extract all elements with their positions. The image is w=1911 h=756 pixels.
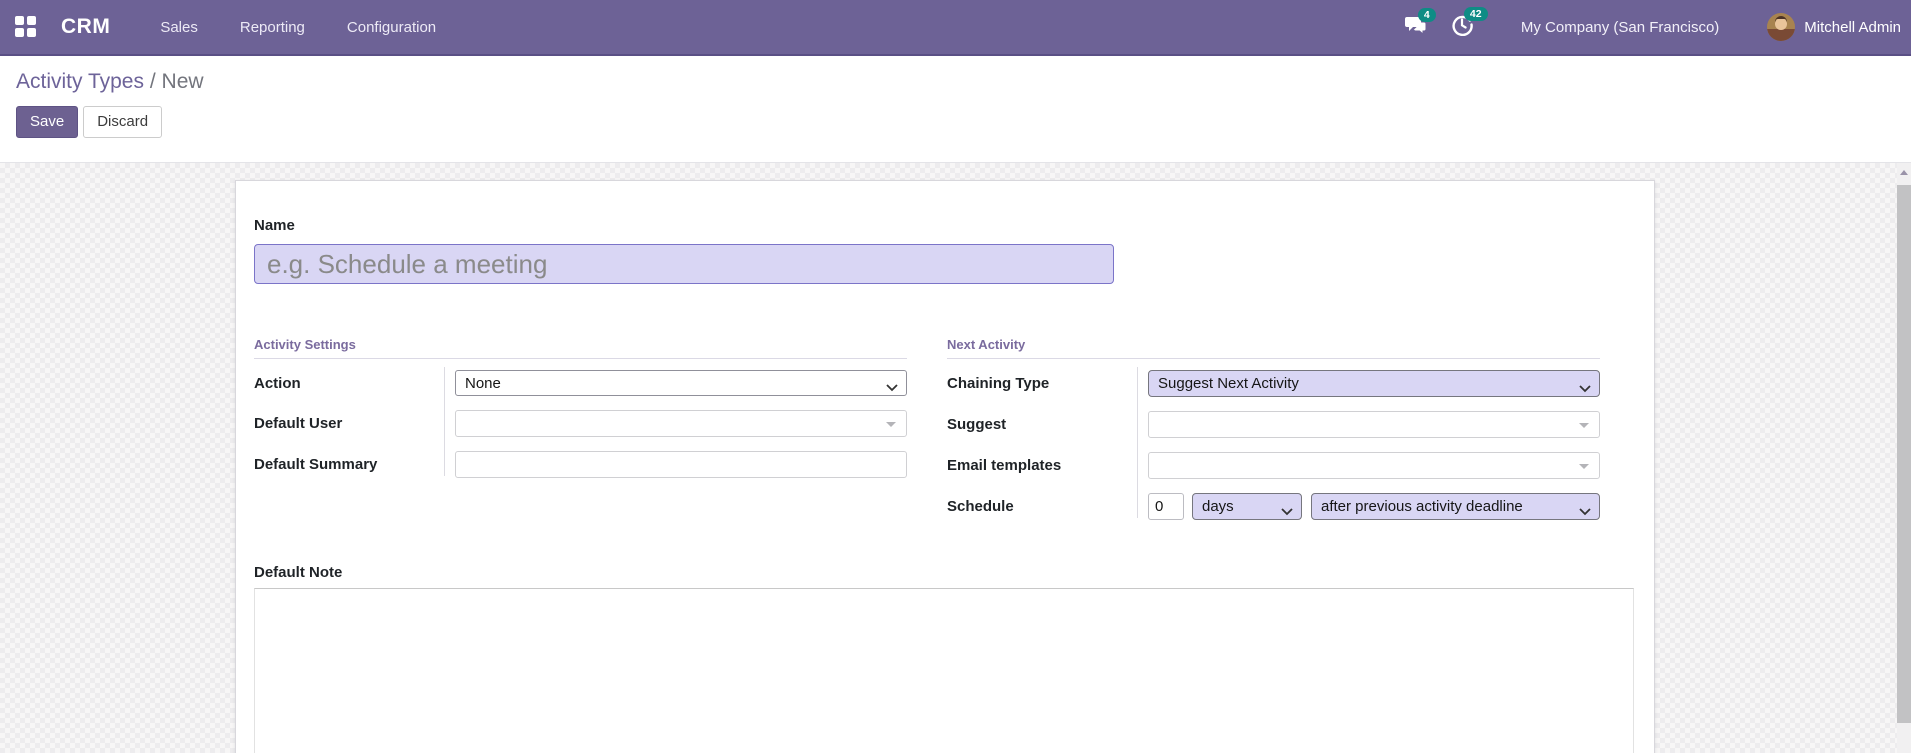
group-next-activity: Next Activity Chaining Type Suggest Next… [947, 337, 1600, 534]
schedule-unit-select[interactable]: days [1192, 493, 1302, 520]
menu-configuration[interactable]: Configuration [347, 19, 436, 36]
dropdown-caret-icon [1579, 463, 1589, 469]
scrollbar-up-arrow-icon[interactable] [1900, 170, 1908, 175]
schedule-unit-value: days [1202, 498, 1234, 515]
activities-button[interactable]: 42 [1451, 6, 1488, 41]
app-brand[interactable]: CRM [61, 15, 110, 39]
breadcrumb-current: New [161, 70, 204, 93]
user-menu[interactable]: Mitchell Admin [1804, 19, 1901, 36]
email-templates-row: Email templates [947, 452, 1600, 479]
chaining-type-select-value: Suggest Next Activity [1158, 375, 1299, 392]
suggest-row: Suggest [947, 411, 1600, 438]
action-select[interactable]: None [455, 370, 907, 396]
schedule-row: Schedule days after previous activity de… [947, 493, 1600, 520]
menu-reporting[interactable]: Reporting [240, 19, 305, 36]
messages-count-badge: 4 [1417, 7, 1436, 22]
schedule-trigger-value: after previous activity deadline [1321, 498, 1523, 515]
action-select-value: None [465, 374, 501, 392]
topbar-systray: 4 42 My Company (San Francisco) Mitchell… [1404, 6, 1911, 41]
main-menu: Sales Reporting Configuration [160, 19, 478, 36]
email-templates-label: Email templates [947, 457, 1062, 474]
chaining-type-label: Chaining Type [947, 375, 1050, 392]
top-navbar: CRM Sales Reporting Configuration 4 42 M… [0, 0, 1911, 56]
form-sheet: Name Activity Settings Action None [235, 180, 1655, 753]
default-summary-label: Default Summary [254, 456, 378, 473]
default-user-row: Default User [254, 410, 907, 437]
breadcrumb-separator: / [149, 70, 156, 93]
default-note-label: Default Note [254, 564, 343, 581]
group-activity-settings: Activity Settings Action None Default Us… [254, 337, 907, 534]
breadcrumb-activity-types[interactable]: Activity Types [16, 70, 144, 93]
user-avatar[interactable] [1767, 13, 1796, 41]
next-activity-title: Next Activity [947, 337, 1600, 359]
discard-button[interactable]: Discard [83, 106, 163, 138]
chevron-down-icon [1579, 380, 1591, 397]
dropdown-caret-icon [886, 421, 896, 427]
chevron-down-icon [1281, 503, 1293, 520]
save-button[interactable]: Save [16, 106, 79, 138]
form-groups: Activity Settings Action None Default Us… [254, 337, 1634, 534]
messages-button[interactable]: 4 [1404, 7, 1436, 40]
default-summary-row: Default Summary [254, 451, 907, 478]
schedule-interval-input[interactable] [1148, 493, 1184, 520]
chaining-type-select[interactable]: Suggest Next Activity [1148, 370, 1600, 397]
name-input[interactable] [254, 244, 1114, 284]
vertical-scrollbar[interactable] [1897, 163, 1911, 753]
control-panel: Activity Types / New Save Discard [0, 56, 1911, 163]
action-row: Action None [254, 370, 907, 396]
activity-settings-title: Activity Settings [254, 337, 907, 359]
suggest-label: Suggest [947, 416, 1007, 433]
scrollbar-thumb[interactable] [1897, 185, 1911, 723]
dropdown-caret-icon [1579, 422, 1589, 428]
company-switcher[interactable]: My Company (San Francisco) [1521, 19, 1719, 36]
group-separator-line [444, 367, 445, 476]
default-user-label: Default User [254, 415, 343, 432]
apps-menu-icon[interactable] [15, 16, 37, 38]
activity-clock-icon [1451, 15, 1473, 40]
schedule-trigger-select[interactable]: after previous activity deadline [1311, 493, 1600, 520]
control-panel-buttons: Save Discard [16, 106, 1895, 138]
chevron-down-icon [886, 379, 898, 396]
schedule-label: Schedule [947, 498, 1014, 515]
name-field-label: Name [254, 217, 295, 234]
email-templates-input[interactable] [1148, 452, 1600, 479]
form-view-background: Name Activity Settings Action None [0, 163, 1911, 753]
default-note-editor[interactable] [254, 588, 1634, 753]
chevron-down-icon [1579, 503, 1591, 520]
action-label: Action [254, 374, 301, 392]
default-user-input[interactable] [455, 410, 907, 437]
activities-count-badge: 42 [1463, 6, 1488, 21]
default-summary-input[interactable] [455, 451, 907, 478]
group-separator-line [1137, 367, 1138, 518]
breadcrumb: Activity Types / New [16, 70, 1895, 94]
menu-sales[interactable]: Sales [160, 19, 198, 36]
chaining-type-row: Chaining Type Suggest Next Activity [947, 370, 1600, 397]
messages-icon [1404, 16, 1427, 39]
suggest-input[interactable] [1148, 411, 1600, 438]
